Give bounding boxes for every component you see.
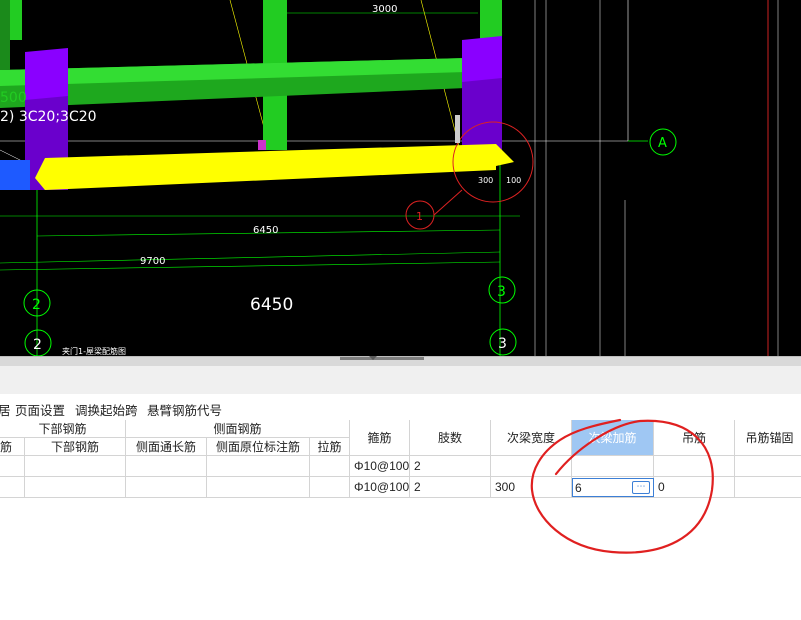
menu-item-swap-start-span[interactable]: 调换起始跨 xyxy=(75,400,138,419)
table-cell[interactable] xyxy=(735,456,801,477)
table-cell-legs[interactable]: 2 xyxy=(410,477,491,498)
axis-label-a: A xyxy=(658,136,667,151)
secondary-beam-rebar-input[interactable] xyxy=(575,480,629,495)
dim-text-6450-big: 6450 xyxy=(250,295,293,315)
chevron-down-icon[interactable] xyxy=(369,356,377,360)
table-cell[interactable] xyxy=(310,477,350,498)
col-header-partial[interactable]: 筋 xyxy=(0,438,25,456)
group-header-side-rebar: 侧面钢筋 xyxy=(126,420,350,438)
table-cell-legs[interactable]: 2 xyxy=(410,456,491,477)
dim-line xyxy=(0,261,501,271)
cad-red-leader xyxy=(433,189,463,216)
col-header-bottom-rebar[interactable]: 下部钢筋 xyxy=(25,438,126,456)
dim-text-500: 500 xyxy=(0,90,27,106)
table-cell[interactable] xyxy=(491,456,572,477)
table-cell-secondary-beam-width[interactable]: 300 xyxy=(491,477,572,498)
ellipsis-icon[interactable]: ⋯ xyxy=(632,481,650,494)
table-cell[interactable] xyxy=(735,477,801,498)
menu-item-partial[interactable]: 居 xyxy=(0,400,11,419)
table-menubar: 居 页面设置 调换起始跨 悬臂钢筋代号 xyxy=(0,394,801,420)
cad-drawing[interactable]: 3000 500 2) 3C20;3C20 6450 9700 6450 300… xyxy=(0,0,801,356)
table-cell[interactable] xyxy=(310,456,350,477)
cad-canvas[interactable]: 3000 500 2) 3C20;3C20 6450 9700 6450 300… xyxy=(0,0,801,356)
dim-text-9700: 9700 xyxy=(140,256,165,267)
secondary-beam-rebar-editor[interactable]: ⋯ xyxy=(572,478,654,497)
axis-label-3-top: 3 xyxy=(497,284,506,300)
table-cell[interactable] xyxy=(572,456,654,477)
toolbar-band xyxy=(0,366,801,395)
dim-text-6450-small: 6450 xyxy=(253,225,278,236)
beam-blue xyxy=(0,160,30,190)
cad-marker xyxy=(258,140,266,150)
table-cell-stirrup[interactable]: Φ10@100 xyxy=(350,456,410,477)
table-cell[interactable] xyxy=(0,456,25,477)
axis-label-2-bottom: 2 xyxy=(33,337,42,353)
col-header-legs[interactable]: 肢数 xyxy=(410,420,491,456)
table-cell-hanger-bar[interactable]: 0 xyxy=(654,477,735,498)
cad-marker xyxy=(455,115,460,143)
col-header-secondary-beam-width[interactable]: 次梁宽度 xyxy=(491,420,572,456)
table-cell[interactable] xyxy=(0,477,25,498)
table-cell[interactable] xyxy=(207,477,310,498)
beam-yellow-selected[interactable] xyxy=(35,144,514,190)
table-cell[interactable] xyxy=(25,456,126,477)
col-header-side-original[interactable]: 侧面原位标注筋 xyxy=(207,438,310,456)
col-header-tie-bar[interactable]: 拉筋 xyxy=(310,438,350,456)
menu-item-cantilever-code[interactable]: 悬臂钢筋代号 xyxy=(147,400,222,419)
table-cell[interactable] xyxy=(126,456,207,477)
table-cell[interactable] xyxy=(126,477,207,498)
dim-text-3000: 3000 xyxy=(372,4,397,15)
section-mark-1: 1 xyxy=(416,210,423,223)
group-header-bottom-rebar: 下部钢筋 xyxy=(0,420,126,438)
col-header-secondary-beam-rebar[interactable]: 次梁加筋 xyxy=(572,420,654,456)
table-cell[interactable] xyxy=(654,456,735,477)
menu-item-page-setup[interactable]: 页面设置 xyxy=(15,400,65,419)
dim-text-300: 300 xyxy=(478,176,493,185)
rebar-note: 2) 3C20;3C20 xyxy=(0,109,97,125)
dim-line-9700 xyxy=(0,251,501,264)
col-header-hanger-bar[interactable]: 吊筋 xyxy=(654,420,735,456)
splitter-grip[interactable] xyxy=(340,357,424,360)
column-right-shade xyxy=(462,78,502,150)
table-cell-stirrup[interactable]: Φ10@100 xyxy=(350,477,410,498)
beam-green-edge xyxy=(0,0,10,70)
table-cell[interactable] xyxy=(207,456,310,477)
beam-green-vertical xyxy=(480,0,502,40)
drawing-note: 夹门1-屋梁配筋图 xyxy=(62,346,126,356)
dim-text-100: 100 xyxy=(506,176,521,185)
axis-label-3-bottom: 3 xyxy=(498,336,507,352)
axis-label-2-top: 2 xyxy=(32,297,41,313)
table-cell[interactable] xyxy=(25,477,126,498)
col-header-stirrup[interactable]: 箍筋 xyxy=(350,420,410,456)
col-header-side-through[interactable]: 侧面通长筋 xyxy=(126,438,207,456)
col-header-hanger-anchor[interactable]: 吊筋锚固 xyxy=(735,420,801,456)
